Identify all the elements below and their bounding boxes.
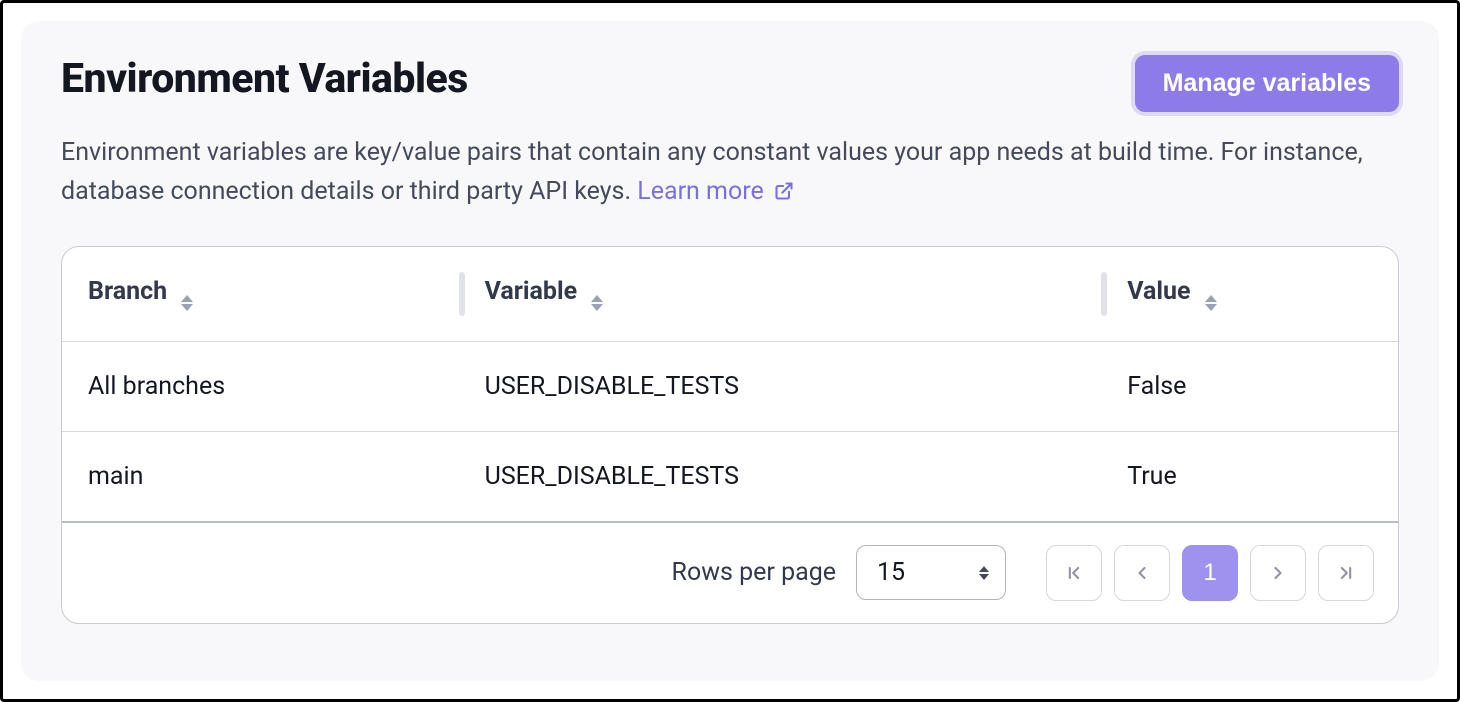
env-vars-table: Branch Variable Value [62, 247, 1398, 521]
chevron-left-icon [1132, 563, 1152, 583]
chevron-right-icon [1268, 563, 1288, 583]
rows-per-page-value: 15 [877, 558, 905, 587]
table-footer: Rows per page 15 1 [62, 521, 1398, 623]
sort-icon [1205, 295, 1217, 311]
learn-more-link[interactable]: Learn more [637, 177, 794, 206]
learn-more-label: Learn more [637, 177, 763, 206]
last-page-button[interactable] [1318, 545, 1374, 601]
column-header-variable-label: Variable [485, 277, 577, 306]
env-vars-table-container: Branch Variable Value [61, 246, 1399, 624]
description-text: Environment variables are key/value pair… [61, 134, 1399, 212]
page-title: Environment Variables [61, 55, 468, 103]
sort-icon [591, 295, 603, 311]
column-header-branch-label: Branch [88, 277, 167, 306]
column-header-branch[interactable]: Branch [62, 247, 459, 342]
column-header-variable[interactable]: Variable [459, 247, 1102, 342]
sort-icon [181, 295, 193, 311]
page-1-button[interactable]: 1 [1182, 545, 1238, 601]
table-row: main USER_DISABLE_TESTS True [62, 431, 1398, 521]
manage-variables-button[interactable]: Manage variables [1135, 55, 1399, 112]
pagination-controls: 1 [1046, 545, 1374, 601]
table-row: All branches USER_DISABLE_TESTS False [62, 341, 1398, 431]
cell-variable: USER_DISABLE_TESTS [459, 341, 1102, 431]
cell-variable: USER_DISABLE_TESTS [459, 431, 1102, 521]
cell-branch: All branches [62, 341, 459, 431]
first-page-button[interactable] [1046, 545, 1102, 601]
rows-per-page-label: Rows per page [672, 558, 836, 587]
rows-per-page-select[interactable]: 15 [856, 545, 1006, 600]
column-header-value-label: Value [1127, 277, 1190, 306]
cell-value: True [1101, 431, 1398, 521]
cell-value: False [1101, 341, 1398, 431]
external-link-icon [774, 181, 794, 201]
chevron-first-icon [1064, 563, 1084, 583]
stepper-icon [979, 566, 989, 580]
cell-branch: main [62, 431, 459, 521]
prev-page-button[interactable] [1114, 545, 1170, 601]
next-page-button[interactable] [1250, 545, 1306, 601]
environment-variables-panel: Environment Variables Manage variables E… [21, 21, 1439, 681]
column-header-value[interactable]: Value [1101, 247, 1398, 342]
chevron-last-icon [1336, 563, 1356, 583]
